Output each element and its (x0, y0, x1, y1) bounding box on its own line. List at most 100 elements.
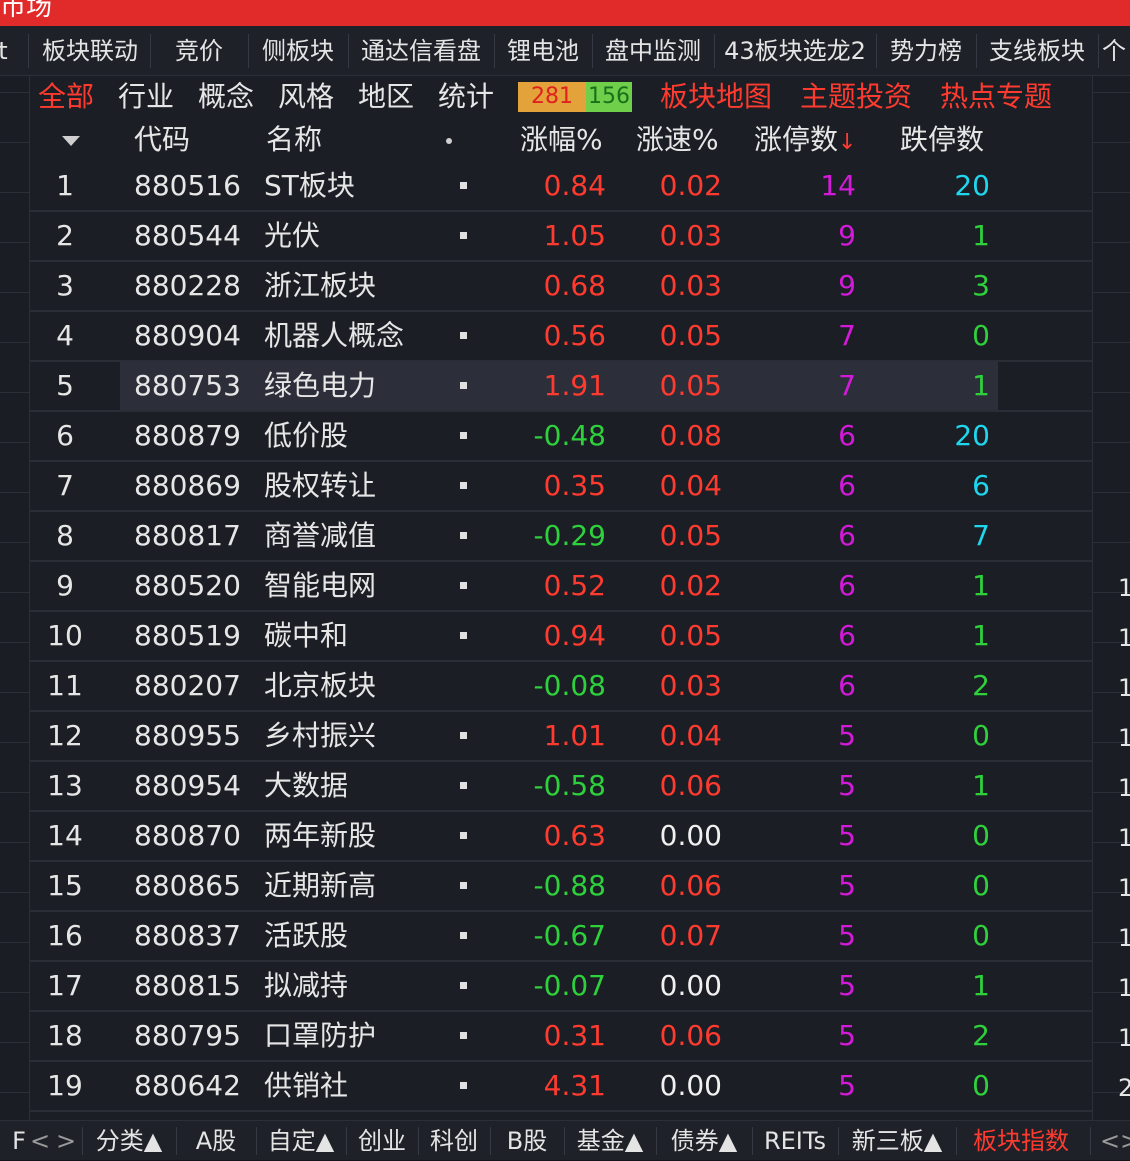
change-speed: 0.05 (659, 619, 722, 652)
change-percent: 0.52 (543, 569, 606, 602)
sector-name: 机器人概念 (264, 319, 405, 352)
sector-code: 880955 (134, 719, 241, 752)
tab-auction[interactable]: 竞价 (150, 26, 248, 76)
limit-down-count: 6 (972, 469, 990, 502)
panel-gridline (0, 692, 30, 693)
table-row[interactable]: 1 880516 ST板块 0.84 0.02 14 20 (30, 162, 1092, 212)
theme-investment-link[interactable]: 主题投资 (800, 76, 912, 118)
bottom-tab-neeq[interactable]: 新三板▲ (838, 1121, 956, 1161)
sector-code: 880817 (134, 519, 241, 552)
tab-side-sector[interactable]: 侧板块 (248, 26, 348, 76)
bottom-tab-sector-index[interactable]: 板块指数 (956, 1121, 1086, 1161)
bottom-tab-reits[interactable]: REITs (752, 1121, 838, 1161)
change-speed: 0.04 (659, 469, 722, 502)
mark-square-icon (460, 1032, 467, 1039)
limit-up-count: 9 (838, 269, 856, 302)
col-name-header[interactable]: 名称 (266, 118, 322, 162)
right-next-arrow-icon[interactable]: > (1120, 1121, 1130, 1161)
limit-down-count: 7 (972, 519, 990, 552)
panel-gridline (0, 292, 30, 293)
table-row[interactable]: 8 880817 商誉减值 -0.29 0.05 6 7 (30, 512, 1092, 562)
bottom-tab-bonds[interactable]: 债券▲ (656, 1121, 752, 1161)
table-row[interactable]: 16 880837 活跃股 -0.67 0.07 5 0 (30, 912, 1092, 962)
bottom-tab-funds[interactable]: 基金▲ (564, 1121, 656, 1161)
sector-code: 880869 (134, 469, 241, 502)
hot-topics-link[interactable]: 热点专题 (940, 76, 1052, 118)
panel-gridline (0, 142, 30, 143)
table-row[interactable]: 6 880879 低价股 -0.48 0.08 6 20 (30, 412, 1092, 462)
panel-gridline (1093, 492, 1130, 493)
prev-page-arrow-icon[interactable]: < (30, 1121, 50, 1161)
filter-style[interactable]: 风格 (278, 76, 334, 118)
next-page-arrow-icon[interactable]: > (56, 1121, 76, 1161)
sector-table-body: 1 880516 ST板块 0.84 0.02 14 20 2 880544 光伏 1.05 0.03… (30, 162, 1092, 1112)
limit-down-count: 0 (972, 719, 990, 752)
table-row[interactable]: 4 880904 机器人概念 0.56 0.05 7 0 (30, 312, 1092, 362)
bottom-tab-category[interactable]: 分类▲ (82, 1121, 176, 1161)
window-title: 市场 (0, 0, 53, 22)
panel-gridline (1093, 292, 1130, 293)
panel-gridline (1093, 442, 1130, 443)
change-percent: 0.84 (543, 169, 606, 202)
table-row[interactable]: 9 880520 智能电网 0.52 0.02 6 1 (30, 562, 1092, 612)
tab-power-ranking[interactable]: 势力榜 (876, 26, 976, 76)
col-limit-down-header[interactable]: 跌停数 (900, 118, 984, 162)
right-prev-arrow-icon[interactable]: < (1100, 1121, 1120, 1161)
tab-43-sector-picks[interactable]: 43板块选龙2 (714, 26, 876, 76)
tab-tdx-watch[interactable]: 通达信看盘 (348, 26, 494, 76)
table-row[interactable]: 3 880228 浙江板块 0.68 0.03 9 3 (30, 262, 1092, 312)
limit-down-count: 1 (972, 969, 990, 1002)
col-limit-up-header[interactable]: 涨停数↓ (754, 118, 856, 162)
limit-down-count: 20 (954, 419, 990, 452)
tab-lithium[interactable]: 锂电池 (494, 26, 592, 76)
change-speed: 0.02 (659, 569, 722, 602)
bottom-tab-chinext[interactable]: 创业 (346, 1121, 418, 1161)
tab-partial-right[interactable]: 个 (1102, 26, 1130, 76)
category-filter-bar: 全部 行业 概念 风格 地区 统计 281 156 板块地图 主题投资 热点专题 (30, 76, 1092, 118)
table-row[interactable]: 10 880519 碳中和 0.94 0.05 6 1 (30, 612, 1092, 662)
table-row[interactable]: 14 880870 两年新股 0.63 0.00 5 0 (30, 812, 1092, 862)
bottom-partial-left[interactable]: F (12, 1121, 26, 1161)
table-row[interactable]: 18 880795 口罩防护 0.31 0.06 5 2 (30, 1012, 1092, 1062)
tab-partial-left[interactable]: t (0, 26, 10, 76)
change-percent: 0.68 (543, 269, 606, 302)
change-percent: -0.48 (533, 419, 606, 452)
bottom-tab-custom[interactable]: 自定▲ (256, 1121, 346, 1161)
row-index: 11 (47, 669, 83, 702)
sort-menu-icon[interactable] (62, 136, 80, 146)
panel-gridline (0, 92, 30, 93)
bottom-tab-a-shares[interactable]: A股 (176, 1121, 256, 1161)
table-row[interactable]: 19 880642 供销社 4.31 0.00 5 0 (30, 1062, 1092, 1112)
filter-concept[interactable]: 概念 (198, 76, 254, 118)
change-percent: 0.31 (543, 1019, 606, 1052)
filter-all[interactable]: 全部 (38, 76, 94, 118)
sector-code: 880544 (134, 219, 241, 252)
bottom-tab-star-market[interactable]: 科创 (418, 1121, 490, 1161)
table-row[interactable]: 7 880869 股权转让 0.35 0.04 6 6 (30, 462, 1092, 512)
table-row[interactable]: 11 880207 北京板块 -0.08 0.03 6 2 (30, 662, 1092, 712)
col-speed-header[interactable]: 涨速% (636, 118, 719, 162)
row-index: 2 (56, 219, 74, 252)
table-row[interactable]: 12 880955 乡村振兴 1.01 0.04 5 0 (30, 712, 1092, 762)
title-bar: 市场 (0, 0, 1130, 26)
table-row[interactable]: 2 880544 光伏 1.05 0.03 9 1 (30, 212, 1092, 262)
tab-branch-sector[interactable]: 支线板块 (976, 26, 1098, 76)
tab-intraday-monitor[interactable]: 盘中监测 (592, 26, 714, 76)
table-row[interactable]: 17 880815 拟减持 -0.07 0.00 5 1 (30, 962, 1092, 1012)
column-header-row: 代码 名称 涨幅% 涨速% 涨停数↓ 跌停数 (30, 118, 1092, 162)
sector-name: 浙江板块 (264, 269, 377, 302)
table-row[interactable]: 5 880753 绿色电力 1.91 0.05 7 1 (30, 362, 1092, 412)
mark-square-icon (460, 632, 467, 639)
limit-down-count: 0 (972, 819, 990, 852)
bottom-tab-b-shares[interactable]: B股 (490, 1121, 564, 1161)
sector-map-link[interactable]: 板块地图 (660, 76, 772, 118)
table-row[interactable]: 13 880954 大数据 -0.58 0.06 5 1 (30, 762, 1092, 812)
filter-region[interactable]: 地区 (358, 76, 414, 118)
tab-sector-linkage[interactable]: 板块联动 (30, 26, 150, 76)
filter-statistics[interactable]: 统计 (438, 76, 494, 118)
col-code-header[interactable]: 代码 (134, 118, 190, 162)
mark-column-dot-icon[interactable] (446, 138, 452, 144)
filter-industry[interactable]: 行业 (118, 76, 174, 118)
table-row[interactable]: 15 880865 近期新高 -0.88 0.06 5 0 (30, 862, 1092, 912)
col-pct-header[interactable]: 涨幅% (520, 118, 603, 162)
